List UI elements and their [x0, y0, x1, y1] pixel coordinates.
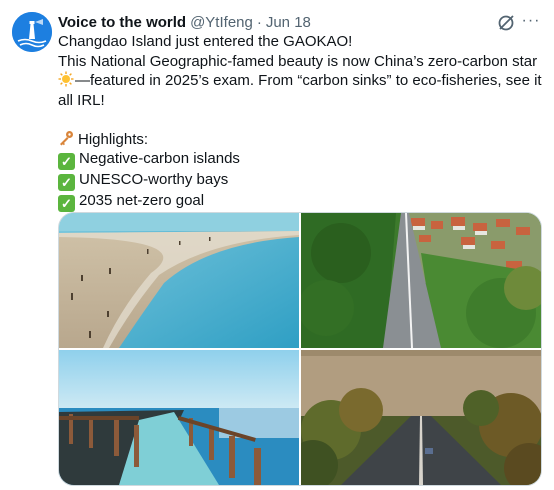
sun-emoji-icon	[58, 71, 74, 87]
key-emoji-icon	[60, 130, 73, 145]
tweet-line: all IRL!	[58, 91, 105, 109]
tweet-date[interactable]: Jun 18	[266, 14, 311, 31]
highlight-item: ✓ UNESCO-worthy bays	[58, 170, 542, 191]
author-handle[interactable]: @YtIfeng	[190, 14, 253, 31]
tweet-line: Changdao Island just entered the GAOKAO!	[58, 33, 353, 50]
avatar[interactable]	[12, 12, 52, 52]
highlight-text: 2035 net-zero goal	[79, 192, 205, 209]
tweet-header: Voice to the world @YtIfeng · Jun 18	[58, 12, 311, 32]
tweet-line-text: —featured in 2025’s exam. From “carbon s…	[75, 72, 542, 89]
tweet-line: —featured in 2025’s exam. From “carbon s…	[58, 71, 542, 91]
highlight-item: ✓ 2035 net-zero goal	[58, 191, 542, 212]
tweet-text: Changdao Island just entered the GAOKAO!…	[58, 32, 542, 212]
forest-road-photo[interactable]	[301, 213, 541, 348]
highlights-title-text: Highlights:	[78, 130, 149, 148]
highlight-text: Negative-carbon islands	[79, 150, 240, 167]
check-box-emoji-icon: ✓	[58, 195, 75, 212]
tweet[interactable]: Voice to the world @YtIfeng · Jun 18 ···…	[0, 0, 554, 490]
highlight-item: ✓ Negative-carbon islands	[58, 149, 542, 170]
grok-icon[interactable]	[495, 12, 517, 34]
highlights-title: Highlights:	[58, 130, 542, 150]
separator-dot: ·	[256, 13, 262, 31]
check-box-emoji-icon: ✓	[58, 174, 75, 191]
check-box-emoji-icon: ✓	[58, 153, 75, 170]
beach-spit-photo[interactable]	[59, 213, 299, 348]
lighthouse-logo-icon	[12, 12, 52, 52]
author-name[interactable]: Voice to the world	[58, 14, 186, 31]
tweet-line: This National Geographic-famed beauty is…	[58, 52, 538, 70]
boardwalk-photo[interactable]	[59, 350, 299, 485]
highlight-text: UNESCO-worthy bays	[79, 171, 229, 188]
more-icon[interactable]: ···	[520, 10, 542, 32]
media-grid[interactable]	[58, 212, 542, 486]
coastal-road-photo[interactable]	[301, 350, 541, 485]
